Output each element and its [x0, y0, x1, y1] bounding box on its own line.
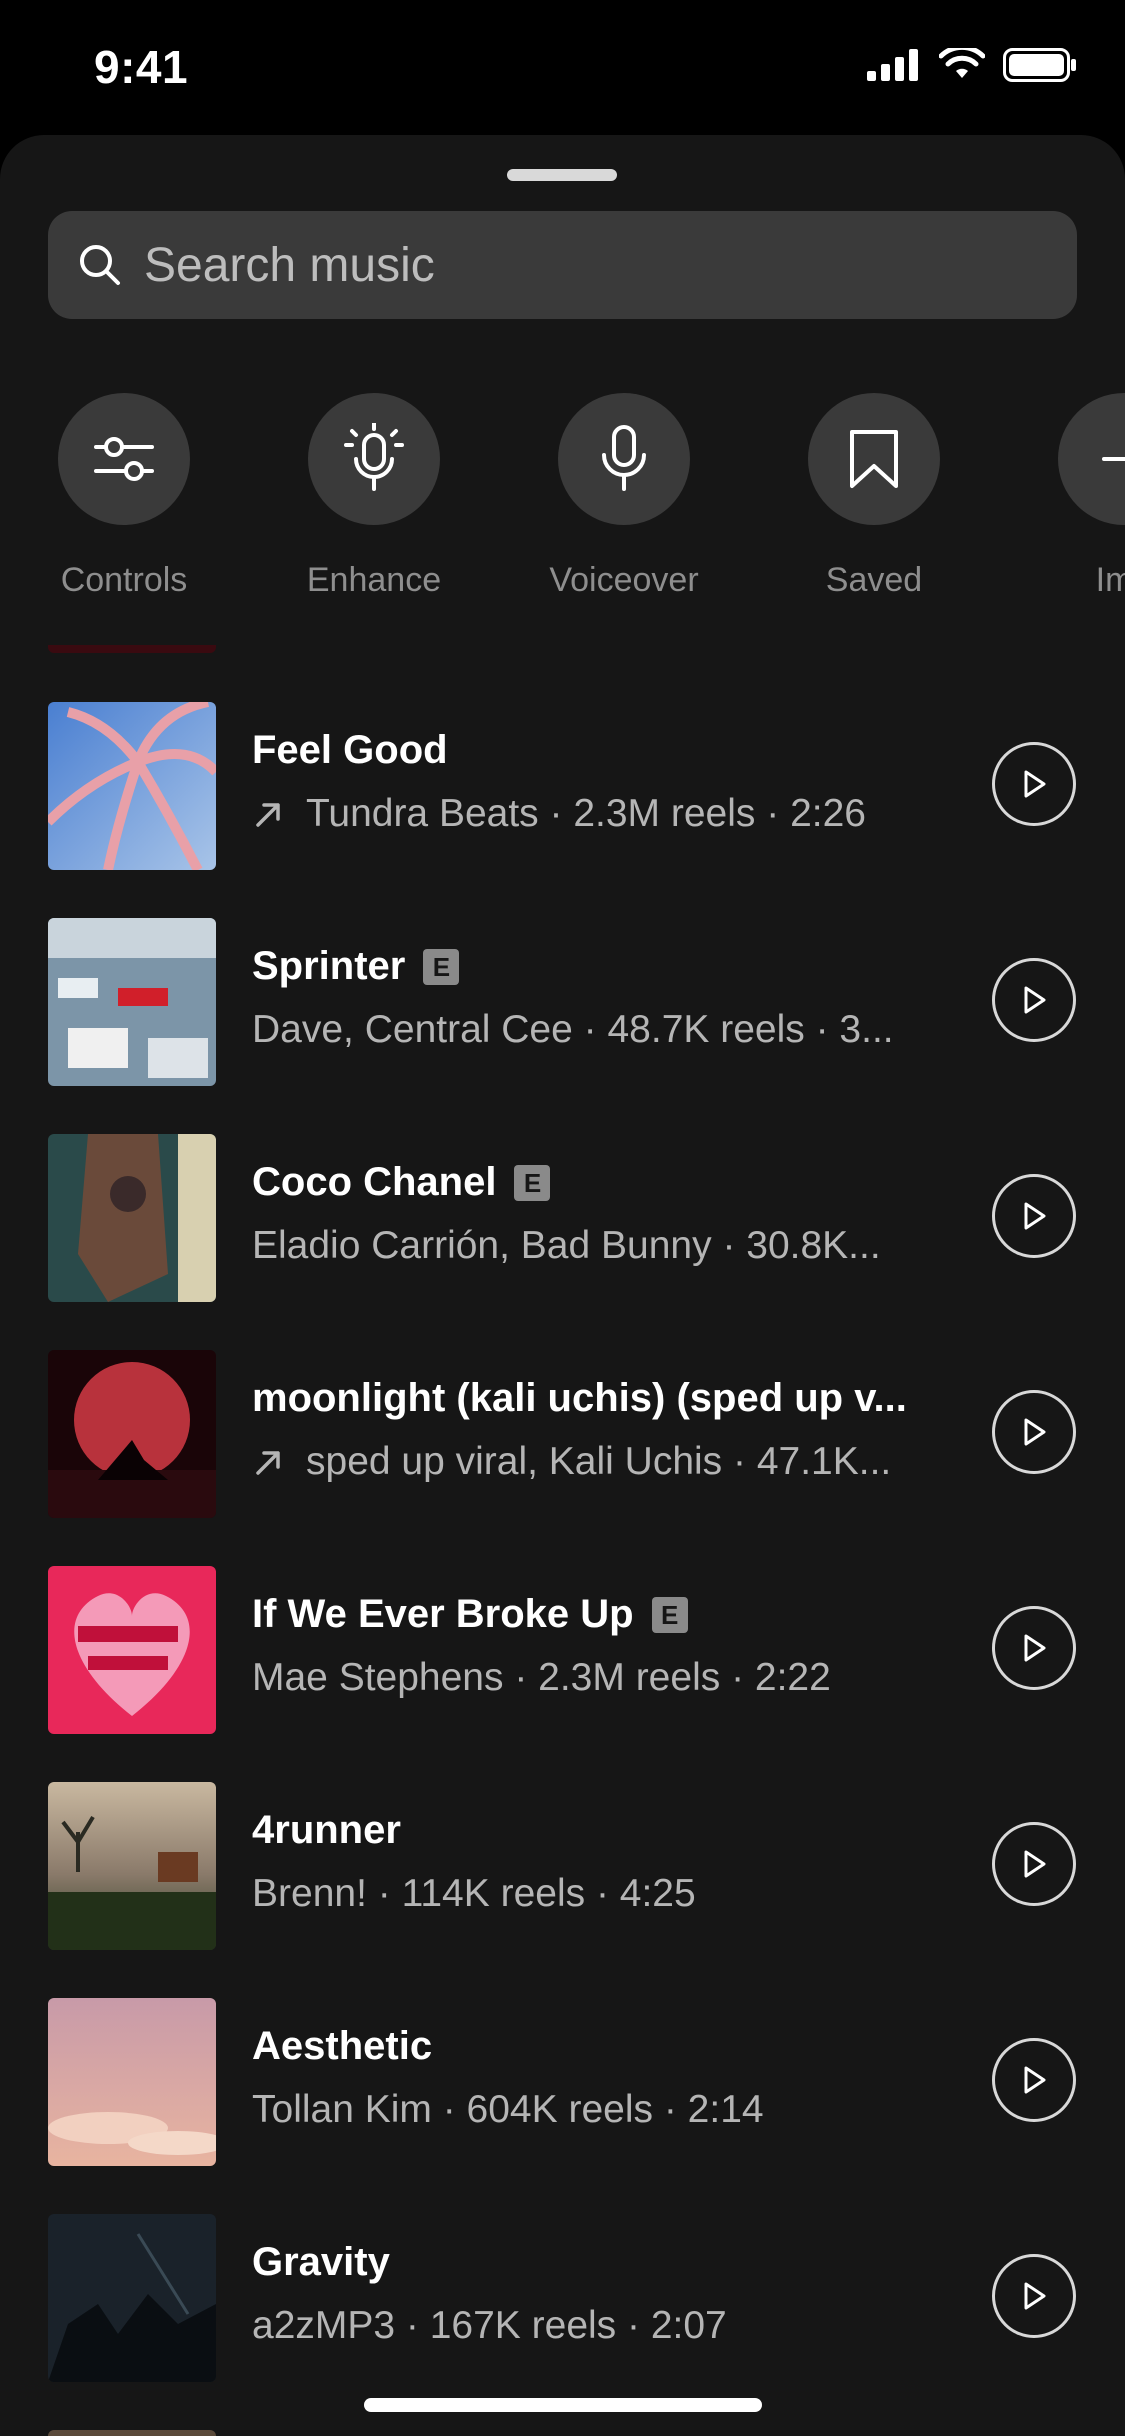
play-button[interactable]	[992, 958, 1076, 1042]
song-title: If We Ever Broke Up E	[252, 1592, 688, 1637]
play-icon	[1024, 1418, 1046, 1446]
song-artwork	[48, 1134, 216, 1302]
song-row[interactable]: If We Ever Broke Up E Mae Stephens · 2.3M…	[0, 1566, 1125, 1734]
song-artwork	[48, 1782, 216, 1950]
wifi-icon	[939, 48, 985, 78]
song-subtitle: Eladio Carrión, Bad Bunny · 30.8K...	[252, 1224, 881, 1267]
song-subtitle: Mae Stephens · 2.3M reels · 2:22	[252, 1656, 831, 1699]
song-title: Coco Chanel E	[252, 1160, 551, 1205]
song-subtitle: Tollan Kim · 604K reels · 2:14	[252, 2088, 764, 2131]
song-artwork	[48, 918, 216, 1086]
trending-icon	[256, 803, 280, 827]
play-button[interactable]	[992, 2254, 1076, 2338]
sliders-icon	[58, 393, 190, 525]
play-button[interactable]	[992, 1174, 1076, 1258]
search-bar[interactable]: Search music	[48, 211, 1077, 319]
song-title: Feel Good	[252, 728, 448, 772]
play-button[interactable]	[992, 1822, 1076, 1906]
play-button[interactable]	[992, 1606, 1076, 1690]
song-title: moonlight (kali uchis) (sped up v...	[252, 1376, 907, 1420]
signal-icon	[867, 49, 918, 81]
song-row[interactable]: 4runner Brenn! · 114K reels · 4:25	[0, 1782, 1125, 1950]
song-subtitle: Brenn! · 114K reels · 4:25	[252, 1872, 696, 1915]
play-icon	[1024, 2282, 1046, 2310]
search-icon	[78, 243, 122, 287]
play-button[interactable]	[992, 2038, 1076, 2122]
play-button[interactable]	[992, 1390, 1076, 1474]
trending-icon	[256, 1451, 280, 1475]
song-artwork	[48, 1566, 216, 1734]
song-title: Sprinter E	[252, 944, 460, 989]
battery-icon	[1003, 48, 1076, 82]
music-sheet: Search music Controls Enhance Voiceover …	[0, 135, 1125, 2436]
play-icon	[1024, 1202, 1046, 1230]
song-row[interactable]: Coco Chanel E Eladio Carrión, Bad Bunny ·…	[0, 1134, 1125, 1302]
song-artwork	[48, 702, 216, 870]
sheet-grabber[interactable]	[507, 169, 617, 181]
status-icons	[867, 48, 1077, 82]
song-row[interactable]: Sprinter E Dave, Central Cee · 48.7K reel…	[0, 918, 1125, 1086]
song-row[interactable]: Aesthetic Tollan Kim · 604K reels · 2:14	[0, 1998, 1125, 2166]
song-artwork	[48, 645, 216, 653]
song-title: Gravity	[252, 2240, 390, 2284]
song-subtitle: Tundra Beats · 2.3M reels · 2:26	[252, 792, 942, 836]
song-subtitle: sped up viral, Kali Uchis · 47.1K...	[252, 1440, 942, 1484]
explicit-badge: E	[651, 1596, 688, 1633]
song-subtitle: Dave, Central Cee · 48.7K reels · 3...	[252, 1008, 894, 1051]
mic-sparkle-icon	[308, 393, 440, 525]
quick-actions: Controls Enhance Voiceover Saved Im	[0, 393, 1125, 599]
microphone-icon	[558, 393, 690, 525]
explicit-badge: E	[514, 1164, 551, 1201]
song-title: Aesthetic	[252, 2024, 433, 2068]
status-time: 9:41	[94, 41, 189, 93]
bookmark-icon	[808, 393, 940, 525]
home-indicator[interactable]	[364, 2398, 762, 2412]
song-title: 4runner	[252, 1808, 401, 1852]
song-artwork	[48, 1998, 216, 2166]
action-label: Voiceover	[549, 561, 699, 599]
action-label: Saved	[825, 561, 923, 599]
explicit-badge: E	[423, 948, 460, 985]
play-button[interactable]	[992, 742, 1076, 826]
song-row[interactable]: moonlight (kali uchis) (sped up v... spe…	[0, 1350, 1125, 1518]
action-label: Controls	[60, 561, 188, 599]
song-list: Feel Good Tundra Beats · 2.3M reels · 2:…	[0, 645, 1125, 2436]
song-row[interactable]: Feel Good Tundra Beats · 2.3M reels · 2:…	[0, 702, 1125, 870]
import-icon	[1058, 393, 1125, 525]
play-icon	[1024, 2066, 1046, 2094]
play-icon	[1024, 1634, 1046, 1662]
song-artwork	[48, 1350, 216, 1518]
search-input[interactable]: Search music	[144, 238, 435, 293]
action-label: Imp	[1095, 561, 1125, 599]
action-label: Enhance	[306, 561, 442, 599]
song-artwork	[48, 2430, 216, 2436]
song-artwork	[48, 2214, 216, 2382]
play-icon	[1024, 1850, 1046, 1878]
status-bar: 9:41	[0, 0, 1125, 135]
song-subtitle: a2zMP3 · 167K reels · 2:07	[252, 2304, 727, 2347]
song-row[interactable]: Gravity a2zMP3 · 167K reels · 2:07	[0, 2214, 1125, 2382]
play-icon	[1024, 986, 1046, 1014]
play-icon	[1024, 770, 1046, 798]
